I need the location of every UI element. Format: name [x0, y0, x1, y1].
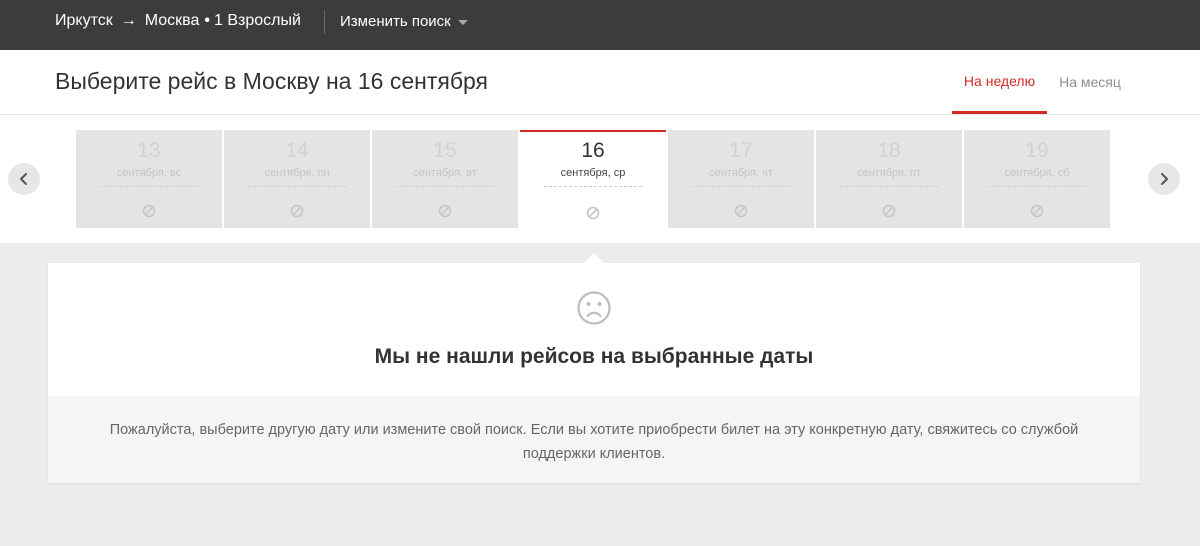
change-search-button[interactable]: Изменить поиск	[340, 0, 468, 42]
unavailable-icon	[290, 204, 304, 218]
date-card-15[interactable]: 15 сентября, вт	[372, 130, 518, 228]
date-divider	[396, 186, 494, 187]
page-header: Выберите рейс в Москву на 16 сентября На…	[0, 50, 1200, 115]
destination-city: Москва	[144, 12, 200, 29]
tab-week-label: На неделю	[963, 72, 1036, 89]
date-card-19[interactable]: 19 сентября, сб	[964, 130, 1110, 228]
date-weekday: сентября, чт	[709, 167, 773, 179]
date-divider	[100, 186, 198, 187]
chevron-left-icon	[20, 173, 27, 185]
empty-state-message: Пожалуйста, выберите другую дату или изм…	[109, 422, 1079, 462]
date-day: 15	[433, 139, 457, 162]
empty-state-message-panel: Пожалуйста, выберите другую дату или изм…	[48, 396, 1140, 483]
empty-state-title: Мы не нашли рейсов на выбранные даты	[374, 345, 814, 368]
sad-face-icon	[577, 291, 611, 325]
caret-down-icon	[457, 19, 468, 25]
date-selector: 13 сентября, вс 14 сентября, пн 15 сентя…	[0, 115, 1200, 243]
page-title: Выберите рейс в Москву на 16 сентября	[55, 68, 488, 94]
date-divider	[692, 186, 790, 187]
date-weekday: сентября, вс	[116, 167, 182, 179]
date-weekday: сентября, пт	[856, 167, 922, 179]
selected-date-pointer	[584, 253, 604, 263]
date-day: 13	[137, 139, 161, 162]
date-card-16-selected[interactable]: 16 сентября, ср	[520, 130, 666, 228]
date-divider	[988, 186, 1086, 187]
unavailable-icon	[1030, 204, 1044, 218]
separator-dot: •	[204, 12, 210, 29]
tab-week[interactable]: На неделю	[952, 50, 1047, 114]
prev-dates-button[interactable]	[8, 163, 40, 195]
route-summary[interactable]: Иркутск → Москва • 1 Взрослый	[55, 0, 301, 42]
date-day: 19	[1025, 139, 1049, 162]
date-weekday: сентября, ср	[560, 167, 626, 179]
date-day: 16	[581, 139, 605, 162]
unavailable-icon	[882, 204, 896, 218]
date-card-17[interactable]: 17 сентября, чт	[668, 130, 814, 228]
next-dates-button[interactable]	[1148, 163, 1180, 195]
date-weekday: сентября, вт	[413, 167, 477, 179]
date-day: 18	[877, 139, 901, 162]
change-search-label: Изменить поиск	[340, 12, 451, 30]
empty-state-card: Мы не нашли рейсов на выбранные даты Пож…	[48, 263, 1140, 483]
tab-month-label: На месяц	[1059, 74, 1121, 90]
date-divider	[544, 186, 642, 187]
date-card-13[interactable]: 13 сентября, вс	[76, 130, 222, 228]
arrow-right-icon: →	[120, 12, 137, 29]
date-card-14[interactable]: 14 сентября, пн	[224, 130, 370, 228]
passengers-count: 1 Взрослый	[213, 12, 301, 29]
date-divider	[248, 186, 346, 187]
unavailable-icon	[438, 204, 452, 218]
unavailable-icon	[142, 204, 156, 218]
date-day: 17	[729, 139, 753, 162]
date-day: 14	[285, 139, 309, 162]
chevron-right-icon	[1161, 173, 1168, 185]
unavailable-icon	[586, 206, 600, 220]
date-weekday: сентября, сб	[1004, 167, 1070, 179]
top-bar: Иркутск → Москва • 1 Взрослый Изменить п…	[0, 0, 1200, 50]
date-card-18[interactable]: 18 сентября, пт	[816, 130, 962, 228]
unavailable-icon	[734, 204, 748, 218]
date-weekday: сентября, пн	[264, 167, 330, 179]
date-divider	[840, 186, 938, 187]
origin-city: Иркутск	[55, 12, 113, 29]
topbar-divider	[324, 10, 325, 34]
tab-month[interactable]: На месяц	[1050, 50, 1130, 114]
